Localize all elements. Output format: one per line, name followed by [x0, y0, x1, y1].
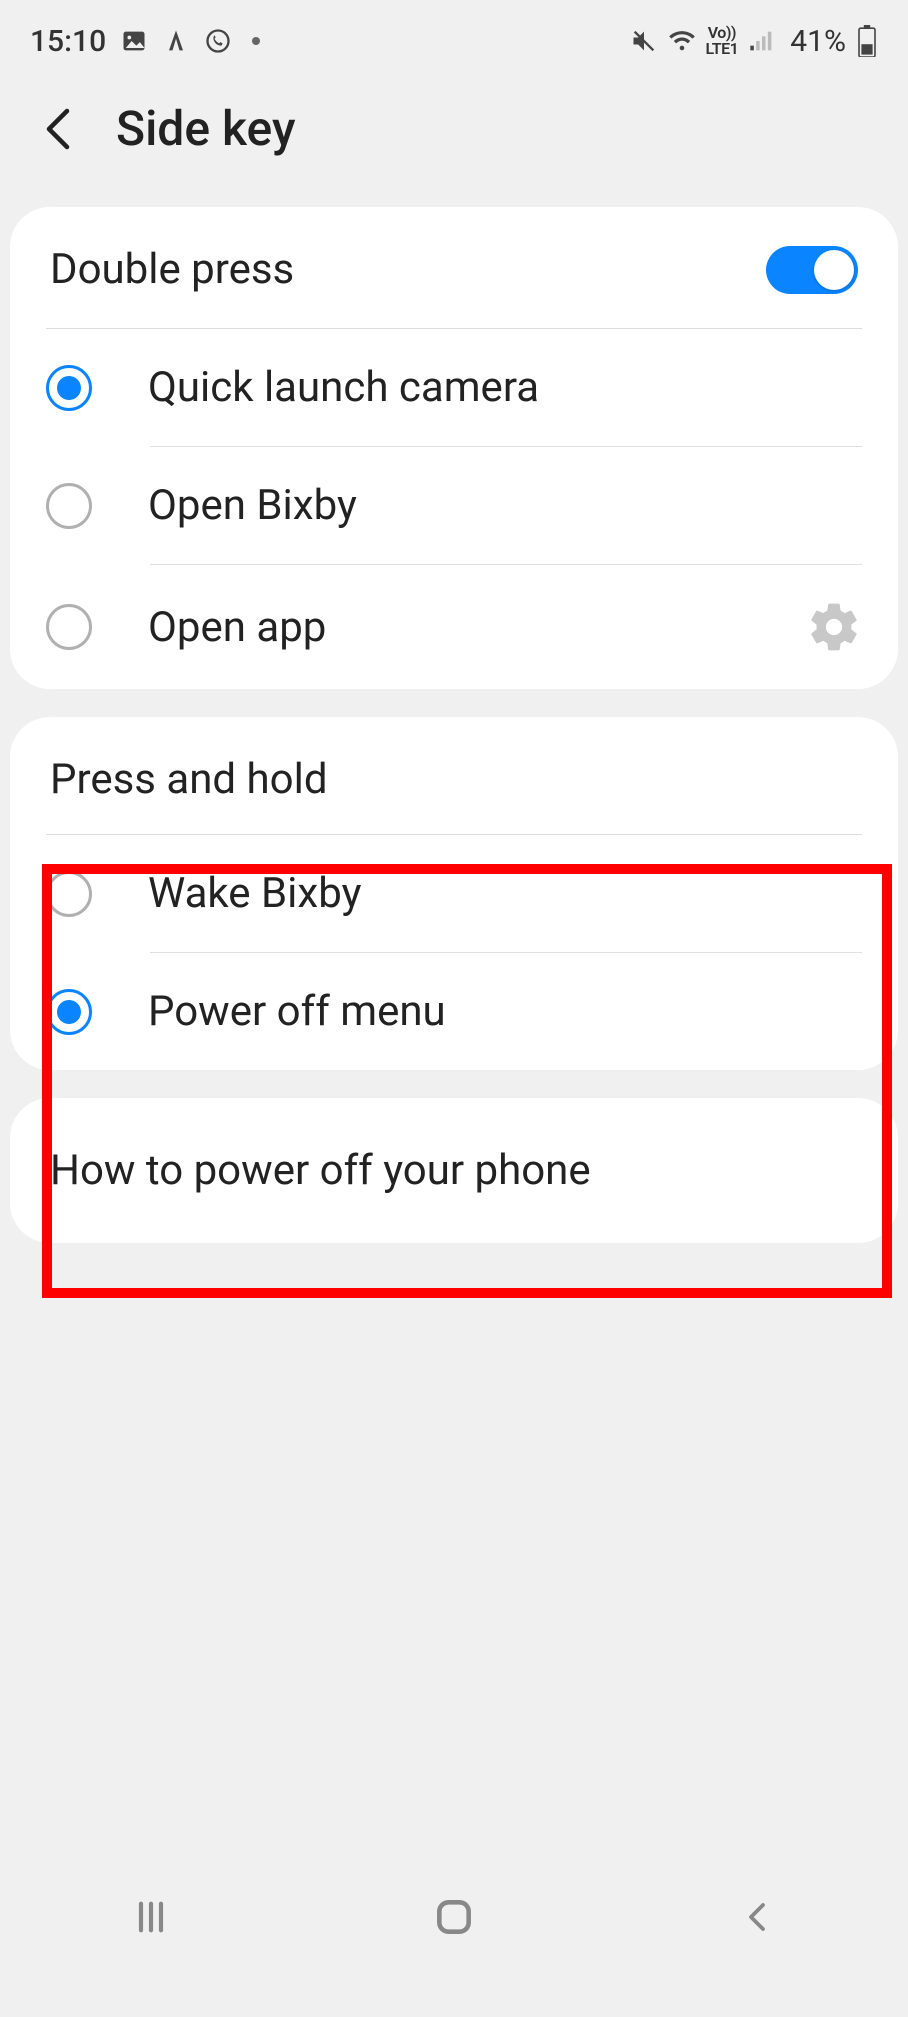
radio-icon — [46, 365, 92, 411]
app-icon — [162, 27, 190, 55]
option-power-off-menu[interactable]: Power off menu — [10, 953, 898, 1070]
back-button[interactable] — [727, 1887, 787, 1947]
press-hold-title: Press and hold — [50, 755, 328, 804]
gallery-icon — [120, 27, 148, 55]
option-label: Wake Bixby — [148, 869, 862, 918]
option-label: Power off menu — [148, 987, 862, 1036]
back-icon[interactable] — [40, 105, 76, 153]
wifi-icon — [668, 27, 696, 55]
radio-icon — [46, 604, 92, 650]
power-off-help[interactable]: How to power off your phone — [10, 1098, 898, 1243]
battery-icon — [856, 25, 878, 57]
press-hold-section: Press and hold Wake Bixby Power off menu — [10, 717, 898, 1070]
double-press-title: Double press — [50, 245, 294, 294]
navigation-bar — [0, 1837, 908, 2017]
option-label: Open Bixby — [148, 481, 862, 530]
status-time: 15:10 — [30, 24, 106, 59]
whatsapp-icon — [204, 27, 232, 55]
page-header: Side key — [0, 70, 908, 207]
gear-icon[interactable] — [806, 599, 862, 655]
recents-button[interactable] — [121, 1887, 181, 1947]
lte-indicator: Vo))LTE1 — [706, 25, 739, 57]
mute-icon — [630, 27, 658, 55]
double-press-toggle[interactable] — [766, 246, 858, 294]
option-open-bixby[interactable]: Open Bixby — [10, 447, 898, 564]
more-dot-icon — [252, 37, 260, 45]
radio-icon — [46, 871, 92, 917]
page-title: Side key — [116, 100, 295, 157]
option-quick-launch-camera[interactable]: Quick launch camera — [10, 329, 898, 446]
home-button[interactable] — [424, 1887, 484, 1947]
radio-icon — [46, 483, 92, 529]
double-press-section: Double press Quick launch camera Open Bi… — [10, 207, 898, 689]
option-wake-bixby[interactable]: Wake Bixby — [10, 835, 898, 952]
signal-icon — [748, 27, 776, 55]
option-open-app[interactable]: Open app — [10, 565, 898, 689]
radio-icon — [46, 989, 92, 1035]
option-label: Open app — [148, 603, 750, 652]
battery-percent: 41% — [790, 24, 846, 59]
option-label: Quick launch camera — [148, 363, 862, 412]
info-text: How to power off your phone — [50, 1146, 591, 1195]
status-bar: 15:10 Vo))LTE1 41% — [0, 0, 908, 70]
